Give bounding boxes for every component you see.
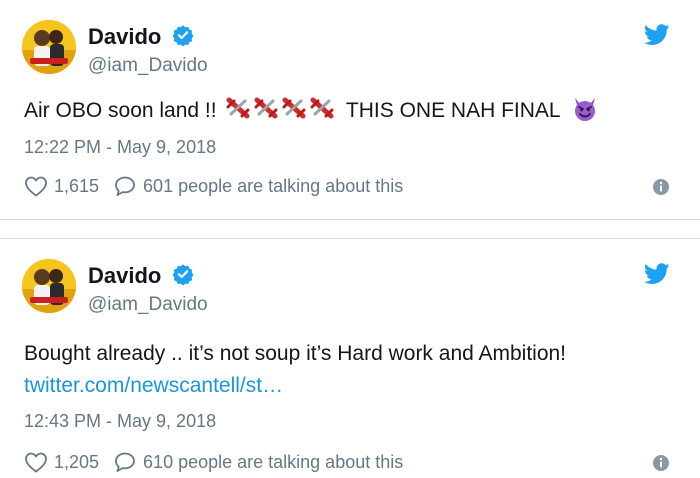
twitter-bird-icon[interactable]: [644, 24, 670, 46]
tweet-text: Bought already .. it’s not soup it’s Har…: [24, 342, 567, 365]
comment-bubble-icon: [115, 176, 135, 196]
info-icon[interactable]: [652, 178, 670, 196]
tweet-card[interactable]: Davido @iam_Davido Air OBO soon land !! …: [0, 0, 700, 220]
tweet-link[interactable]: twitter.com/newscantell/st…: [24, 374, 283, 398]
like-button[interactable]: 1,615: [24, 175, 99, 197]
tweet-text: Air OBO soon land !! THIS ONE NAH FINAL: [24, 96, 598, 128]
like-button[interactable]: 1,205: [24, 451, 99, 473]
tweet-card[interactable]: Davido @iam_Davido Bought already .. it’…: [0, 238, 700, 478]
tweet-text-before: Air OBO soon land !!: [24, 99, 217, 122]
display-name[interactable]: Davido: [88, 263, 161, 289]
tweet-timestamp[interactable]: 12:22 PM - May 9, 2018: [24, 137, 216, 158]
heart-icon: [25, 452, 47, 473]
avatar[interactable]: [22, 259, 76, 313]
like-count: 1,615: [54, 175, 100, 196]
tweet-actions: 1,205 610 people are talking about this: [24, 451, 403, 473]
like-count: 1,205: [54, 451, 100, 472]
reply-button[interactable]: 610 people are talking about this: [113, 451, 403, 473]
comment-bubble-icon: [115, 452, 135, 472]
tweet-text-after: THIS ONE NAH FINAL: [345, 99, 560, 122]
avatar-image: [22, 259, 76, 313]
heart-icon: [25, 176, 47, 197]
talking-count: 610 people are talking about this: [143, 451, 404, 472]
verified-badge-icon: [172, 264, 194, 285]
user-handle[interactable]: @iam_Davido: [88, 294, 208, 316]
smiling-devil-icon: [572, 96, 598, 128]
info-icon[interactable]: [652, 454, 670, 472]
user-handle[interactable]: @iam_Davido: [88, 55, 208, 77]
divider: [0, 220, 700, 238]
tweet-actions: 1,615 601 people are talking about this: [24, 175, 403, 197]
verified-badge-icon: [172, 25, 194, 46]
avatar-image: [22, 20, 76, 74]
avatar[interactable]: [22, 20, 76, 74]
reply-button[interactable]: 601 people are talking about this: [113, 175, 403, 197]
talking-count: 601 people are talking about this: [143, 175, 404, 196]
airplane-icon: [226, 97, 337, 119]
twitter-bird-icon[interactable]: [644, 263, 670, 285]
display-name[interactable]: Davido: [88, 24, 161, 50]
airplane-emoji-group: [225, 96, 337, 126]
tweet-timestamp[interactable]: 12:43 PM - May 9, 2018: [24, 411, 216, 432]
